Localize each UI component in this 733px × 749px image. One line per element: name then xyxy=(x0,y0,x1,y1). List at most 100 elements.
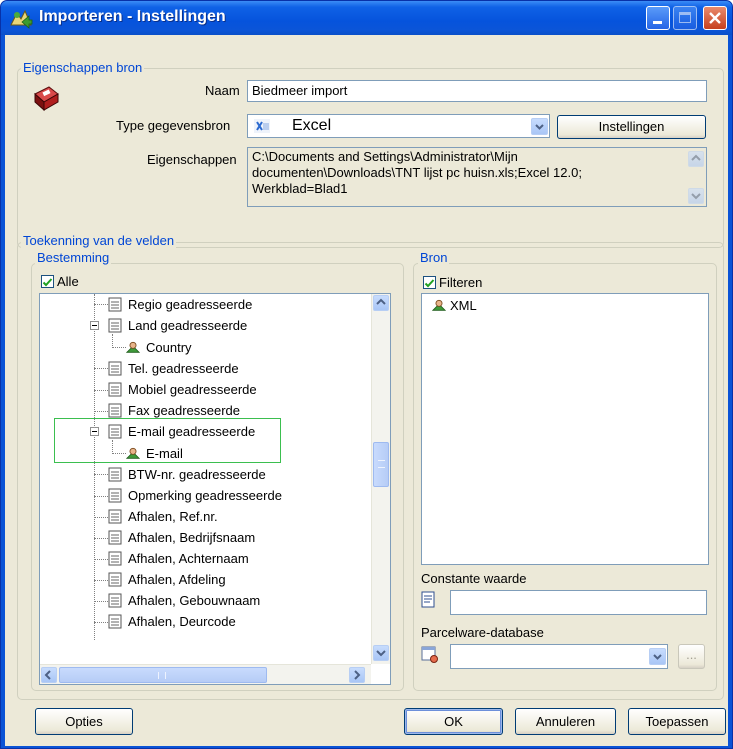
import-app-icon xyxy=(10,9,33,29)
dialog-window: Importeren - Instellingen Eigenschappen … xyxy=(0,0,733,749)
field-document-icon xyxy=(108,382,122,397)
field-document-icon xyxy=(108,297,122,312)
apply-button[interactable]: Toepassen xyxy=(628,708,726,735)
field-document-icon xyxy=(108,530,122,545)
tree-item-label: E-mail xyxy=(146,446,183,461)
source-type-dropdown-button[interactable] xyxy=(531,118,548,135)
tree-hline xyxy=(94,390,108,391)
filter-checkbox[interactable] xyxy=(423,276,436,289)
tree-item-label: Tel. geadresseerde xyxy=(128,361,239,376)
destination-tree[interactable]: Regio geadresseerde Land geadresseerde C… xyxy=(39,293,391,685)
tree-hline xyxy=(94,601,108,602)
user-mapped-icon xyxy=(126,341,140,353)
tree-item-label: BTW-nr. geadresseerde xyxy=(128,467,266,482)
tree-hline xyxy=(94,368,108,369)
tree-line-land xyxy=(112,334,113,348)
database-book-icon xyxy=(34,86,59,112)
cancel-button[interactable]: Annuleren xyxy=(515,708,616,735)
database-dropdown-button[interactable] xyxy=(649,648,666,665)
database-browse-button[interactable]: ... xyxy=(678,644,705,669)
tree-item-label: Regio geadresseerde xyxy=(128,297,253,312)
tree-item-label: Afhalen, Achternaam xyxy=(128,551,249,566)
minimize-button[interactable] xyxy=(646,6,670,30)
chevron-up-icon xyxy=(376,298,386,305)
tree-item-label: Afhalen, Deurcode xyxy=(128,614,236,629)
database-form-icon xyxy=(421,646,438,663)
source-item-label: XML xyxy=(450,298,477,313)
properties-line-1: C:\Documents and Settings\Administrator\… xyxy=(252,149,518,164)
settings-button[interactable]: Instellingen xyxy=(557,115,706,139)
window-title: Importeren - Instellingen xyxy=(39,8,226,25)
tree-item-label: Land geadresseerde xyxy=(128,318,248,333)
tree-item-label: Afhalen, Gebouwnaam xyxy=(128,593,261,608)
tree-hscroll-thumb[interactable] xyxy=(59,667,267,683)
all-label: Alle xyxy=(57,274,79,289)
source-properties-legend: Eigenschappen bron xyxy=(21,60,145,75)
field-document-icon xyxy=(108,614,122,629)
tree-vertical-scrollbar[interactable] xyxy=(371,294,390,664)
tree-scroll-left-button[interactable] xyxy=(41,667,57,683)
tree-hline xyxy=(94,580,108,581)
field-document-icon xyxy=(108,467,122,482)
tree-scroll-right-button[interactable] xyxy=(349,667,365,683)
source-list[interactable]: XML xyxy=(421,293,709,565)
filter-label: Filteren xyxy=(439,275,483,290)
field-document-icon xyxy=(108,361,122,376)
field-document-icon xyxy=(108,593,122,608)
tree-item-label: E-mail geadresseerde xyxy=(128,424,256,439)
user-mapped-icon xyxy=(432,299,446,311)
tree-hline xyxy=(94,411,108,412)
constant-value-field[interactable] xyxy=(450,590,707,615)
properties-line-2: documenten\Downloads\TNT lijst pc huisn.… xyxy=(252,165,582,180)
chevron-up-icon xyxy=(691,154,701,161)
tree-item-label: Afhalen, Bedrijfsnaam xyxy=(128,530,256,545)
properties-scroll-up-button[interactable] xyxy=(688,151,704,167)
properties-scroll-down-button[interactable] xyxy=(688,188,704,204)
tree-hline xyxy=(94,517,108,518)
minimize-icon xyxy=(653,21,662,24)
field-document-icon xyxy=(108,403,122,418)
title-bar[interactable]: Importeren - Instellingen xyxy=(1,1,732,35)
destination-legend: Bestemming xyxy=(35,250,112,265)
tree-item-label: Fax geadresseerde xyxy=(128,403,241,418)
chevron-right-icon xyxy=(354,670,361,680)
tree-line-root xyxy=(94,294,95,640)
tree-scroll-thumb[interactable] xyxy=(373,442,389,487)
source-type-label: Type gegevensbron xyxy=(116,118,231,133)
field-mapping-legend: Toekenning van de velden xyxy=(21,233,177,248)
collapse-land-toggle[interactable] xyxy=(90,321,99,330)
tree-hline xyxy=(94,622,108,623)
tree-scroll-down-button[interactable] xyxy=(373,645,389,661)
source-legend: Bron xyxy=(418,250,450,265)
name-field[interactable]: Biedmeer import xyxy=(247,80,707,102)
tree-hline xyxy=(94,496,108,497)
field-document-icon xyxy=(108,572,122,587)
tree-item-label: Afhalen, Ref.nr. xyxy=(128,509,218,524)
chevron-down-icon xyxy=(653,654,662,660)
tree-scroll-up-button[interactable] xyxy=(373,295,389,311)
tree-hline xyxy=(94,559,108,560)
maximize-icon xyxy=(679,12,691,23)
properties-line-3: Werkblad=Blad1 xyxy=(252,181,348,196)
excel-icon xyxy=(254,119,270,133)
database-select[interactable] xyxy=(450,644,668,669)
tree-hline xyxy=(94,538,108,539)
properties-label: Eigenschappen xyxy=(147,152,237,167)
tree-item-label: Afhalen, Afdeling xyxy=(128,572,226,587)
properties-field[interactable]: C:\Documents and Settings\Administrator\… xyxy=(247,147,707,207)
all-checkbox[interactable] xyxy=(41,275,54,288)
tree-horizontal-scrollbar[interactable] xyxy=(40,664,371,684)
chevron-down-icon xyxy=(535,124,544,130)
ok-button[interactable]: OK xyxy=(404,708,503,735)
user-mapped-icon xyxy=(126,447,140,459)
source-type-select[interactable]: Excel xyxy=(247,114,550,138)
close-button[interactable] xyxy=(703,6,727,30)
name-label: Naam xyxy=(205,83,240,98)
database-label: Parcelware-database xyxy=(421,625,544,640)
field-document-icon xyxy=(108,318,122,333)
maximize-button[interactable] xyxy=(673,6,697,30)
tree-item-label: Mobiel geadresseerde xyxy=(128,382,257,397)
tree-item-label: Country xyxy=(146,340,192,355)
grip-icon xyxy=(158,672,166,679)
options-button[interactable]: Opties xyxy=(35,708,133,735)
